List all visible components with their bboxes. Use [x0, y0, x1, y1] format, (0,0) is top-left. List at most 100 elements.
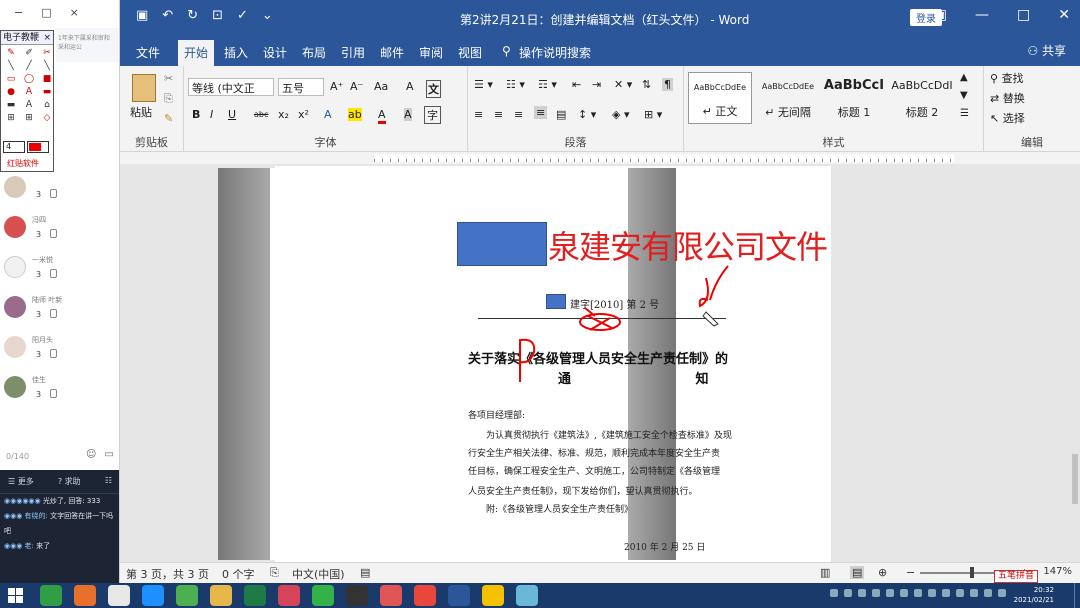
save-icon[interactable]: ⊞ — [4, 113, 18, 124]
camtasia-icon[interactable] — [176, 585, 198, 606]
body-line[interactable]: 附:《各级管理人员安全生产责任制》 — [486, 502, 633, 515]
tray-icon[interactable] — [844, 589, 852, 597]
filled-circle-icon[interactable]: ● — [4, 87, 18, 98]
tab-layout[interactable]: 布局 — [302, 44, 326, 61]
app-icon[interactable] — [380, 585, 402, 606]
highlight-button[interactable]: ab — [348, 108, 362, 121]
subscript-button[interactable]: x₂ — [278, 108, 289, 121]
align-right-icon[interactable]: ≡ — [514, 108, 523, 121]
word-icon[interactable] — [448, 585, 470, 606]
format-painter-icon[interactable]: ✎ — [164, 112, 173, 125]
document-number[interactable]: 建字[2010] 第 2 号 — [570, 296, 659, 311]
bullets-icon[interactable]: ☰ ▾ — [474, 78, 493, 91]
more-button[interactable]: ☰ 更多 — [8, 476, 34, 487]
styles-scroll-down-icon[interactable]: ▼ — [960, 90, 968, 101]
styles-scroll-up-icon[interactable]: ▲ — [960, 72, 968, 83]
tray-icon[interactable] — [858, 589, 866, 597]
replace-button[interactable]: ⇄ 替换 — [990, 90, 1025, 106]
find-button[interactable]: ⚲ 查找 — [990, 70, 1024, 86]
font-color-button[interactable]: A — [378, 108, 386, 124]
tray-icon[interactable] — [956, 589, 964, 597]
tray-icon[interactable] — [914, 589, 922, 597]
font-size-select[interactable]: 五号 — [278, 78, 324, 96]
tray-icon[interactable] — [984, 589, 992, 597]
grid-icon[interactable]: ⊞ — [22, 113, 36, 124]
word-count[interactable]: 0 个字 — [222, 566, 255, 582]
system-clock[interactable]: 20:32 2021/02/21 — [1014, 585, 1054, 605]
body-line[interactable]: 行安全生产相关法律、标准、规范，顺利完成本年度安全生产责 — [468, 446, 720, 459]
chinese-layout-icon[interactable]: ✕ ▾ — [614, 78, 632, 91]
pen-color-select[interactable] — [27, 141, 49, 153]
style-heading-1[interactable]: AaBbCcI 标题 1 — [822, 72, 886, 124]
grow-font-button[interactable]: A⁺ — [330, 80, 343, 93]
line-spacing-icon[interactable]: ↕ ▾ — [578, 108, 596, 121]
ellipse-icon[interactable]: ◯ — [22, 74, 36, 85]
underline-button[interactable]: U — [228, 108, 236, 121]
list-item[interactable]: 一米悦 3 — [0, 252, 119, 292]
brush-icon[interactable]: ✐ — [22, 48, 36, 59]
shading-icon[interactable]: ◈ ▾ — [612, 108, 629, 121]
save-icon[interactable]: ▣ — [136, 8, 148, 23]
text-icon[interactable]: Ａ — [22, 100, 36, 111]
tray-icon[interactable] — [900, 589, 908, 597]
pen-icon[interactable]: ✎ — [4, 48, 18, 59]
wechat-icon[interactable] — [312, 585, 334, 606]
show-marks-icon[interactable]: ¶ — [662, 78, 673, 91]
minimize-button[interactable]: — — [975, 7, 989, 23]
macro-icon[interactable]: ▤ — [360, 566, 370, 579]
horizontal-ruler[interactable] — [120, 152, 1080, 164]
windows-start-icon[interactable] — [8, 588, 24, 603]
tab-mailings[interactable]: 邮件 — [380, 44, 404, 61]
paste-button[interactable]: 粘贴 — [130, 104, 152, 120]
cut-icon[interactable]: ✂ — [164, 72, 173, 85]
bar-icon[interactable]: ▬ — [40, 87, 54, 98]
body-line[interactable]: 为认真贯彻执行《建筑法》,《建筑施工安全个检查标准》及现 — [486, 428, 732, 441]
enclose-char-icon[interactable]: 字 — [424, 106, 441, 124]
language-indicator[interactable]: 中文(中国) — [292, 566, 345, 582]
filled-rect-icon[interactable]: ■ — [40, 74, 54, 85]
minimize-button[interactable]: − — [14, 6, 23, 19]
scrollbar-thumb[interactable] — [1072, 454, 1078, 504]
tray-icon[interactable] — [872, 589, 880, 597]
distributed-icon[interactable]: ▤ — [556, 108, 566, 121]
line-icon[interactable]: ╲ — [4, 61, 18, 72]
align-left-icon[interactable]: ≡ — [474, 108, 483, 121]
numbering-icon[interactable]: ☷ ▾ — [506, 78, 525, 91]
align-center-icon[interactable]: ≡ — [494, 108, 503, 121]
tray-icon[interactable] — [942, 589, 950, 597]
app-icon[interactable] — [278, 585, 300, 606]
document-subject-2[interactable]: 通 知 — [558, 368, 769, 387]
bold-button[interactable]: B — [192, 108, 200, 121]
char-shading-button[interactable]: A — [404, 108, 412, 121]
document-date[interactable]: 2010 年 2 月 25 日 — [624, 540, 705, 553]
body-line[interactable]: 任目标，确保工程安全生产、文明施工，公司特制定《各级管理 — [468, 464, 720, 477]
redo-icon[interactable]: ↻ — [187, 8, 198, 23]
app-icon[interactable] — [142, 585, 164, 606]
close-button[interactable]: ✕ — [1058, 7, 1070, 23]
superscript-button[interactable]: x² — [298, 108, 309, 121]
app-icon[interactable] — [482, 585, 504, 606]
tab-design[interactable]: 设计 — [263, 44, 287, 61]
maximize-button[interactable]: □ — [41, 6, 51, 19]
copy-icon[interactable]: ⎘ — [164, 92, 173, 106]
tray-icon[interactable] — [886, 589, 894, 597]
browser-icon[interactable] — [40, 585, 62, 606]
paste-icon[interactable] — [132, 74, 156, 102]
styles-more-icon[interactable]: ☰ — [960, 108, 969, 119]
list-item[interactable]: 阳月头 3 — [0, 332, 119, 372]
multilevel-list-icon[interactable]: ☶ ▾ — [538, 78, 557, 91]
body-line[interactable]: 人员安全生产责任制》，现下发给你们，望认真贯彻执行。 — [468, 484, 698, 497]
list-item[interactable]: 3 — [0, 172, 119, 212]
increase-indent-icon[interactable]: ⇥ — [592, 78, 601, 91]
style-heading-2[interactable]: AaBbCcDdI 标题 2 — [890, 72, 954, 124]
rectangle-icon[interactable]: ▭ — [4, 74, 18, 85]
tab-review[interactable]: 审阅 — [419, 44, 443, 61]
tab-references[interactable]: 引用 — [341, 44, 365, 61]
firefox-icon[interactable] — [74, 585, 96, 606]
strikethrough-button[interactable]: abc — [254, 110, 268, 119]
style-no-spacing[interactable]: AaBbCcDdEe ↵ 无间隔 — [756, 72, 820, 124]
list-item[interactable]: 冯四 3 — [0, 212, 119, 252]
tray-icon[interactable] — [928, 589, 936, 597]
read-mode-icon[interactable]: ▥ — [820, 566, 830, 579]
red-header-title[interactable]: 泉建安有限公司文件 — [548, 222, 828, 268]
